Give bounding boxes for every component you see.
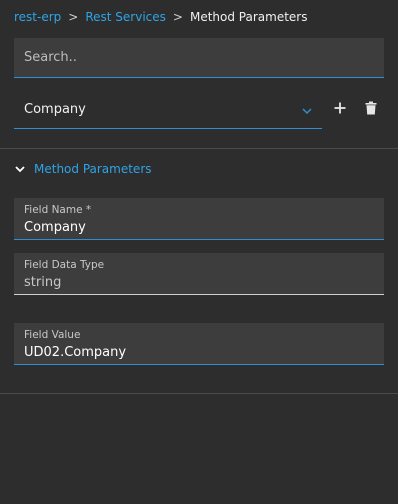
delete-button[interactable] [362, 99, 380, 117]
breadcrumb-link-rest-services[interactable]: Rest Services [85, 10, 166, 24]
company-select[interactable]: Company [14, 90, 322, 129]
field-value-input[interactable]: Field Value UD02.Company [14, 323, 384, 365]
breadcrumb: rest-erp > Rest Services > Method Parame… [14, 9, 307, 25]
trash-icon [365, 101, 377, 115]
method-parameters-section-toggle[interactable]: Method Parameters [14, 160, 152, 178]
search-box [14, 38, 384, 78]
section-divider [0, 148, 398, 149]
field-data-type-input[interactable]: Field Data Type string [14, 253, 384, 295]
chevron-down-icon [302, 108, 312, 115]
section-divider [0, 393, 398, 394]
breadcrumb-separator: > [172, 10, 183, 24]
field-label: Field Value [24, 329, 81, 341]
section-title: Method Parameters [34, 162, 152, 176]
chevron-down-icon [15, 166, 25, 173]
breadcrumb-current: Method Parameters [189, 10, 308, 24]
plus-icon [334, 102, 346, 114]
select-value: Company [24, 101, 86, 117]
method-parameters-page: rest-erp > Rest Services > Method Parame… [0, 0, 398, 504]
search-input[interactable] [14, 38, 384, 77]
field-label: Field Data Type [24, 259, 105, 271]
field-value: string [24, 275, 62, 290]
field-name-input[interactable]: Field Name * Company [14, 198, 384, 240]
field-value: UD02.Company [24, 345, 127, 360]
field-label: Field Name * [24, 204, 92, 216]
breadcrumb-link-rest-erp[interactable]: rest-erp [14, 10, 61, 24]
breadcrumb-separator: > [68, 10, 79, 24]
field-value: Company [24, 220, 86, 235]
add-button[interactable] [331, 99, 349, 117]
